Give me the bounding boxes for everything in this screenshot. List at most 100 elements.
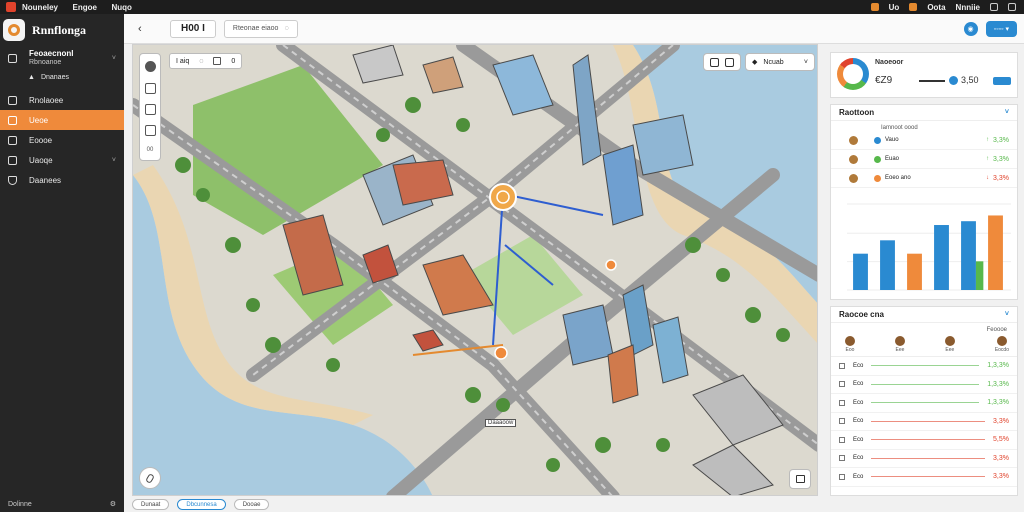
avatar[interactable]: Eee [944,336,955,353]
sidebar-footer-label[interactable]: Dolinne [8,501,32,508]
sidebar-item-2[interactable]: Ueoe [0,110,124,130]
bottom-tab[interactable]: Dooae [233,499,270,510]
row-checkbox[interactable] [839,381,845,388]
map-view-controls [703,53,741,71]
action-button[interactable]: ◦◦◦◦ ▾ [985,20,1017,37]
sidebar-subitem[interactable]: ▲ Dnanaes [0,70,124,84]
bar[interactable] [961,221,976,290]
top-link[interactable]: Oota [927,3,945,12]
legend-color [874,155,881,163]
row-checkbox[interactable] [839,399,845,406]
table-row[interactable]: Eco 1,3,3% [831,357,1017,376]
maximize-icon[interactable] [990,3,998,11]
row-checkbox[interactable] [839,473,845,480]
status-dot-icon [949,76,958,85]
toolbar-title[interactable]: H00 I [170,19,216,38]
sidebar-item-1[interactable]: Rnolaoee [0,90,124,110]
table-row[interactable]: Eco 3,3% [831,450,1017,468]
avatar[interactable]: Eocdo [995,336,1009,353]
window-titlebar: Nouneley Engoe Nuqo Uo Oota Nnniie [0,0,1024,14]
close-icon[interactable] [1008,3,1016,11]
menu-item[interactable]: Nouneley [22,3,58,12]
map-style-select[interactable]: ◆ Ncuab ˅ [745,53,815,71]
chevron-down-icon[interactable]: ˅ [112,55,116,62]
list-item[interactable]: Euao ↑ 3,3% [831,150,1017,169]
panel-subhead: Feoooe [986,327,1007,333]
legend-color [874,136,881,144]
settings-icon[interactable] [725,57,734,67]
bottom-tab-active[interactable]: Dbcunnesa [177,499,226,510]
bar[interactable] [907,253,922,290]
top-link[interactable]: Uo [889,3,900,12]
brand-logo-icon [3,19,25,41]
map-view[interactable]: 00 I aiq ◌ 0 ◆ Ncuab ˅ Daaaoow [132,44,818,496]
row-checkbox[interactable] [839,418,845,425]
sidebar-item-4[interactable]: Uaoqe ˅ [0,150,124,170]
row-checkbox[interactable] [839,455,845,462]
panel-title: Raottoon [839,108,875,117]
notification-icon[interactable] [870,3,879,11]
row-label: Eco [853,473,864,480]
help-icon[interactable]: ◉ [963,21,978,36]
table-row[interactable]: Eco 3,3% [831,468,1017,487]
avatar[interactable]: Eoo [845,336,855,353]
menu-bar: Nouneley Engoe Nuqo [22,2,144,12]
brand[interactable]: Rnnflonga [0,14,124,46]
sidebar-item-map[interactable]: Feoaecnonl Rbnoanoe ˅ [0,46,124,70]
trend-bar [919,80,945,82]
bar[interactable] [853,253,868,290]
summary-action-button[interactable] [993,77,1011,85]
sidebar-item-label: Ueoe [29,115,49,125]
back-arrow-icon[interactable]: ‹ [138,23,158,35]
layers-icon[interactable] [144,103,156,115]
map-toolbox: 00 [139,53,161,161]
avatar[interactable]: Eee [894,336,905,353]
sidebar-item-3[interactable]: Eoooe [0,130,124,150]
compass-icon[interactable] [139,467,161,489]
panel-header: Raocoe cna ˅ [831,307,1017,323]
panel-title: Raocoe cna [839,310,884,319]
chevron-down-icon[interactable]: ˅ [1005,311,1009,318]
bar-overlay[interactable] [975,261,984,290]
row-checkbox[interactable] [839,436,845,443]
user-icon[interactable] [909,3,918,11]
sidebar-subvalue: Rbnoanoe [29,59,62,66]
table-row[interactable]: Eco 5,5% [831,431,1017,450]
measure-icon[interactable] [144,125,156,137]
row-checkbox[interactable] [839,362,845,369]
bar[interactable] [934,225,949,290]
bottom-tab[interactable]: Dunaat [132,499,170,510]
table-row[interactable]: Eco 1,3,3% [831,394,1017,413]
chevron-down-icon[interactable]: ˅ [112,157,116,164]
menu-item[interactable]: Engoe [73,3,97,12]
sidebar-item-label: Uaoqe [29,155,53,165]
locate-icon[interactable] [144,61,156,73]
sidebar-item-label: Eoooe [29,135,53,145]
bar[interactable] [880,240,895,290]
list-item[interactable]: Vauo ↑ 3,3% [831,131,1017,150]
chevron-down-icon[interactable]: ˅ [1005,109,1009,116]
list-item[interactable]: Eoeo ano ↓ 3,3% [831,169,1017,188]
sidebar-subitem-label: Dnanaes [40,73,69,81]
bar[interactable] [988,215,1003,290]
gear-icon[interactable]: ⚙ [110,500,116,508]
row-trend-line [871,383,980,385]
map-canvas[interactable] [133,45,818,496]
table-row[interactable]: Eco 3,3% [831,413,1017,431]
row-value: 1,3,3% [987,399,1009,407]
table-row[interactable]: Eco 1,3,3% [831,376,1017,394]
view-icon[interactable] [710,57,719,67]
toolbar-search[interactable]: Rteonae eiaoo ◌ [223,19,298,38]
filter-icon[interactable] [213,57,222,65]
sidebar-item-5[interactable]: Daanees [0,170,124,190]
row-trend-line [871,402,980,404]
grid-icon [8,135,17,145]
avatar [849,135,858,145]
menu-item[interactable]: Nuqo [112,3,132,12]
fullscreen-button[interactable] [789,469,811,489]
map-search[interactable]: I aiq ◌ 0 [169,53,243,69]
sidebar-item-label: Daanees [29,175,62,185]
draw-icon[interactable] [144,82,156,94]
top-link[interactable]: Nnniie [956,3,980,12]
map-icon [8,53,17,63]
